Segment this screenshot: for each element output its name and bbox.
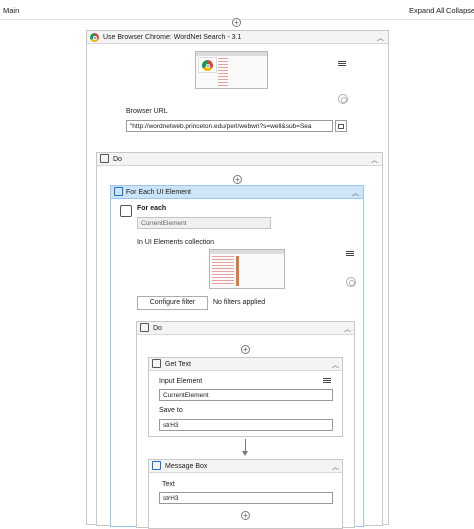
for-each-ui-element-activity: For Each UI Element ︿ For each CurrentEl… bbox=[110, 185, 364, 529]
do-inner-title: Do bbox=[153, 325, 162, 332]
do-outer-title: Do bbox=[113, 156, 122, 163]
expand-all-button[interactable]: Expand All bbox=[409, 6, 444, 15]
activity-menu-icon[interactable] bbox=[338, 60, 346, 68]
sequence-icon bbox=[100, 154, 109, 163]
collection-screenshot-thumbnail[interactable] bbox=[209, 249, 285, 289]
text-field[interactable]: strH3 bbox=[159, 492, 333, 504]
save-to-field[interactable]: strH3 bbox=[159, 419, 333, 431]
collapse-chevron-icon[interactable]: ︿ bbox=[344, 324, 351, 334]
breadcrumb[interactable]: Main bbox=[3, 6, 19, 15]
url-editor-button[interactable] bbox=[335, 120, 347, 132]
collapse-chevron-icon[interactable]: ︿ bbox=[332, 360, 339, 370]
collapse-chevron-icon[interactable]: ︿ bbox=[377, 33, 384, 43]
browser-url-field[interactable]: "http://wordnetweb.princeton.edu/perl/we… bbox=[126, 120, 333, 132]
do-outer-header[interactable]: Do ︿ bbox=[97, 153, 382, 166]
workflow-canvas: + Use Browser Chrome: WordNet Search - 3… bbox=[0, 18, 474, 529]
text-label: Text bbox=[162, 481, 175, 488]
loop-arrows-icon bbox=[120, 205, 132, 217]
collection-label: In UI Elements collection bbox=[137, 239, 215, 246]
collapse-button[interactable]: Collapse bbox=[446, 6, 474, 15]
use-browser-title: Use Browser Chrome: WordNet Search - 3.1 bbox=[103, 34, 242, 41]
message-box-header[interactable]: Message Box ︿ bbox=[149, 460, 342, 473]
input-element-label: Input Element bbox=[159, 378, 203, 385]
get-text-activity: Get Text ︿ Input Element CurrentElement … bbox=[148, 357, 343, 437]
target-indicator-icon[interactable] bbox=[346, 277, 356, 287]
message-box-title: Message Box bbox=[165, 463, 208, 470]
configure-filter-button[interactable]: Configure filter bbox=[137, 296, 208, 310]
input-element-field[interactable]: CurrentElement bbox=[159, 389, 333, 401]
browser-screenshot-thumbnail[interactable] bbox=[195, 51, 268, 89]
filter-status-text: No filters applied bbox=[213, 299, 266, 306]
add-activity-plus-icon[interactable]: + bbox=[232, 18, 241, 27]
message-icon bbox=[152, 461, 161, 470]
current-element-field[interactable]: CurrentElement bbox=[137, 217, 271, 229]
use-browser-activity: Use Browser Chrome: WordNet Search - 3.1… bbox=[86, 30, 389, 529]
save-to-label: Save to bbox=[159, 407, 183, 414]
do-sequence-outer: Do ︿ + For Each UI Element ︿ For each Cu… bbox=[96, 152, 383, 529]
collapse-chevron-icon[interactable]: ︿ bbox=[352, 188, 359, 198]
field-editor-icon bbox=[338, 124, 344, 129]
do-sequence-inner: Do ︿ + Get Text ︿ Input Element CurrentE… bbox=[136, 321, 355, 529]
designer-topbar: Main Expand All Collapse bbox=[0, 0, 474, 20]
collapse-chevron-icon[interactable]: ︿ bbox=[332, 462, 339, 472]
browser-url-label: Browser URL bbox=[126, 108, 168, 115]
sequence-icon bbox=[140, 323, 149, 332]
for-each-title: For Each UI Element bbox=[126, 189, 191, 196]
loop-icon bbox=[114, 187, 123, 196]
add-activity-plus-icon[interactable]: + bbox=[241, 511, 250, 520]
target-indicator-icon[interactable] bbox=[338, 94, 348, 104]
get-text-header[interactable]: Get Text ︿ bbox=[149, 358, 342, 371]
activity-menu-icon[interactable] bbox=[323, 377, 331, 385]
for-each-label: For each bbox=[137, 205, 167, 212]
get-text-title: Get Text bbox=[165, 361, 191, 368]
activity-menu-icon[interactable] bbox=[346, 250, 354, 258]
add-activity-plus-icon[interactable]: + bbox=[241, 345, 250, 354]
use-browser-header[interactable]: Use Browser Chrome: WordNet Search - 3.1… bbox=[87, 31, 388, 44]
collapse-chevron-icon[interactable]: ︿ bbox=[371, 155, 378, 165]
for-each-header[interactable]: For Each UI Element ︿ bbox=[111, 186, 363, 199]
connector-arrow-icon bbox=[242, 451, 248, 456]
add-activity-plus-icon[interactable]: + bbox=[233, 175, 242, 184]
get-text-icon bbox=[152, 359, 161, 368]
do-inner-header[interactable]: Do ︿ bbox=[137, 322, 354, 335]
